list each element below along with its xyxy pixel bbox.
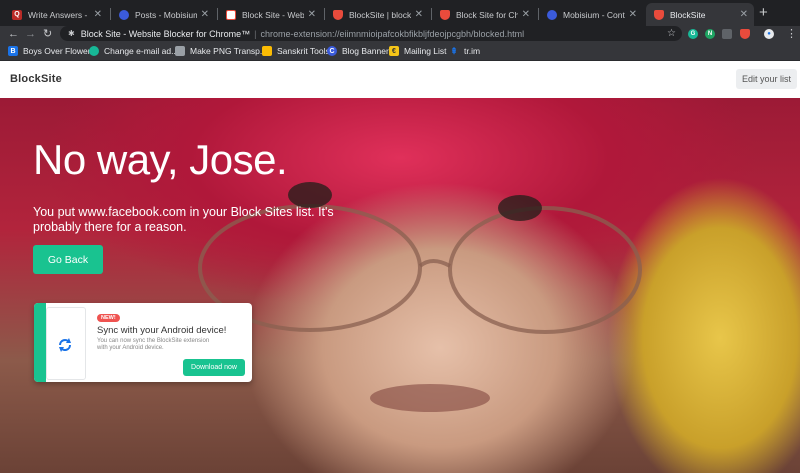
card-accent-strip [34,303,46,382]
blocksite-shield-icon [654,9,664,20]
blocksite-store-icon [226,9,236,20]
grammarly-extension-icon[interactable]: G [688,29,698,39]
card-title: Sync with your Android device! [97,325,227,336]
bookmark-star-icon[interactable]: ☆ [667,28,676,39]
new-tab-icon[interactable]: + [759,5,768,21]
sync-icon [59,338,71,352]
mobisium-icon [547,9,557,20]
block-headline: No way, Jose. [33,136,288,183]
blocksite-extension-icon[interactable] [740,29,750,39]
profile-avatar[interactable]: ● [764,29,774,39]
url-text: chrome-extension://eiimnmioipafcokbfikbl… [260,28,525,39]
android-sync-card: NEW! Sync with your Android device! You … [34,303,252,382]
edit-list-button[interactable]: Edit your list [735,69,797,89]
forward-icon[interactable]: → [25,26,36,42]
tab-blocksite-chrome[interactable]: Block Site for Chrome ✕ [432,3,536,26]
bookmark-make-png[interactable]: Make PNG Transp... [175,45,267,57]
bookmark-b-icon: B [8,46,18,56]
blocked-page: BlockSite Edit your list No way, Jose. Y… [0,61,800,473]
tab-blocksite-store[interactable]: Block Site - Website B ✕ [218,3,322,26]
globe-icon [89,46,99,56]
tab-quora[interactable]: Q Write Answers - Quora ✕ [4,3,108,26]
page-title-in-omnibox: Block Site - Website Blocker for Chrome™ [80,28,251,39]
canva-icon: C [327,46,337,56]
close-icon[interactable]: ✕ [522,9,530,20]
menu-dots-icon[interactable]: ⋮ [786,26,797,42]
tab-mobisium-posts[interactable]: Posts - Mobisium — W ✕ [111,3,215,26]
download-now-button[interactable]: Download now [183,359,245,376]
tab-blocksite-site[interactable]: BlockSite | blocksite.c ✕ [325,3,429,26]
bookmarks-bar: B Boys Over Flowers Change e-mail ad... … [0,42,800,61]
bookmark-sanskrit-tools[interactable]: Sanskrit Tools [262,45,330,57]
mobisium-icon [119,9,129,20]
bookmark-trim[interactable]: ⇞ tr.im [449,45,480,57]
block-message: You put www.facebook.com in your Block S… [33,205,334,234]
close-icon[interactable]: ✕ [308,9,316,20]
close-icon[interactable]: ✕ [740,9,748,20]
mailing-list-icon: € [389,46,399,56]
bookmark-mailing-list[interactable]: € Mailing List [389,45,447,57]
omnibox-divider: | [254,28,257,39]
tab-blocksite-active[interactable]: BlockSite ✕ [646,3,754,26]
back-icon[interactable]: ← [8,26,19,42]
blocksite-logo: BlockSite [10,73,62,85]
bookmark-boys-over-flowers[interactable]: B Boys Over Flowers [8,45,95,57]
browser-toolbar: ← → ↻ ✱ Block Site - Website Blocker for… [0,26,800,42]
close-icon[interactable]: ✕ [629,9,637,20]
bookmark-blog-banner[interactable]: C Blog Banner [327,45,389,57]
tab-mobisium-content[interactable]: Mobisium - Content an ✕ [539,3,643,26]
sanskrit-icon [262,46,272,56]
card-description: You can now sync the BlockSite extension… [97,338,210,351]
bookmark-change-email[interactable]: Change e-mail ad... [89,45,178,57]
hero-background-image: No way, Jose. You put www.facebook.com i… [0,98,800,473]
close-icon[interactable]: ✕ [201,9,209,20]
tab-strip: Q Write Answers - Quora ✕ Posts - Mobisi… [0,0,800,26]
page-header: BlockSite Edit your list [0,61,800,98]
quora-icon: Q [12,9,22,20]
blocksite-shield-icon [333,9,343,20]
tools-icon [175,46,185,56]
trim-icon: ⇞ [450,45,458,56]
reload-icon[interactable]: ↻ [43,26,52,42]
drive-extension-icon[interactable] [722,29,732,39]
address-bar[interactable]: ✱ Block Site - Website Blocker for Chrom… [60,26,682,41]
close-icon[interactable]: ✕ [94,9,102,20]
go-back-button[interactable]: Go Back [33,245,103,274]
evernote-extension-icon[interactable]: N [705,29,715,39]
puzzle-icon: ✱ [68,29,75,38]
close-icon[interactable]: ✕ [415,9,423,20]
new-badge: NEW! [97,314,120,322]
blocksite-shield-icon [440,9,450,20]
